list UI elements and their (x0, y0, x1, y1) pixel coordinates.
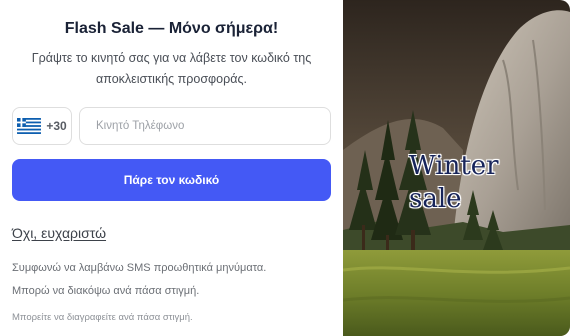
popup-subtitle: Γράψτε το κινητό σας για να λάβετε τον κ… (31, 51, 312, 86)
hero-line-2: sale (409, 184, 462, 214)
hero-line-1: Winter (409, 151, 499, 181)
popup-title: Flash Sale — Μόνο σήμερα! (64, 20, 279, 37)
signup-form-panel: Flash Sale — Μόνο σήμερα! Γράψτε το κινη… (0, 0, 343, 336)
phone-input[interactable] (79, 107, 331, 145)
country-code-selector[interactable]: +30 (12, 107, 72, 145)
no-thanks-link[interactable]: Όχι, ευχαριστώ (12, 225, 106, 241)
consent-text-2: Μπορώ να διακόψω ανά πάσα στιγμή. (12, 285, 200, 297)
get-code-button[interactable]: Πάρε τον κωδικό (12, 159, 331, 201)
hero-image-panel: Winter sale (343, 0, 570, 336)
unsubscribe-note: Μπορείτε να διαγραφείτε ανά πάσα στιγμή. (12, 312, 193, 323)
country-code: +30 (46, 119, 67, 133)
hero-headline: Winter sale (409, 150, 499, 216)
consent-text: Συμφωνώ να λαμβάνω SMS προωθητικά μηνύμα… (12, 262, 267, 274)
greece-flag-icon (17, 118, 42, 134)
sms-signup-popup: Flash Sale — Μόνο σήμερα! Γράψτε το κινη… (0, 0, 570, 336)
